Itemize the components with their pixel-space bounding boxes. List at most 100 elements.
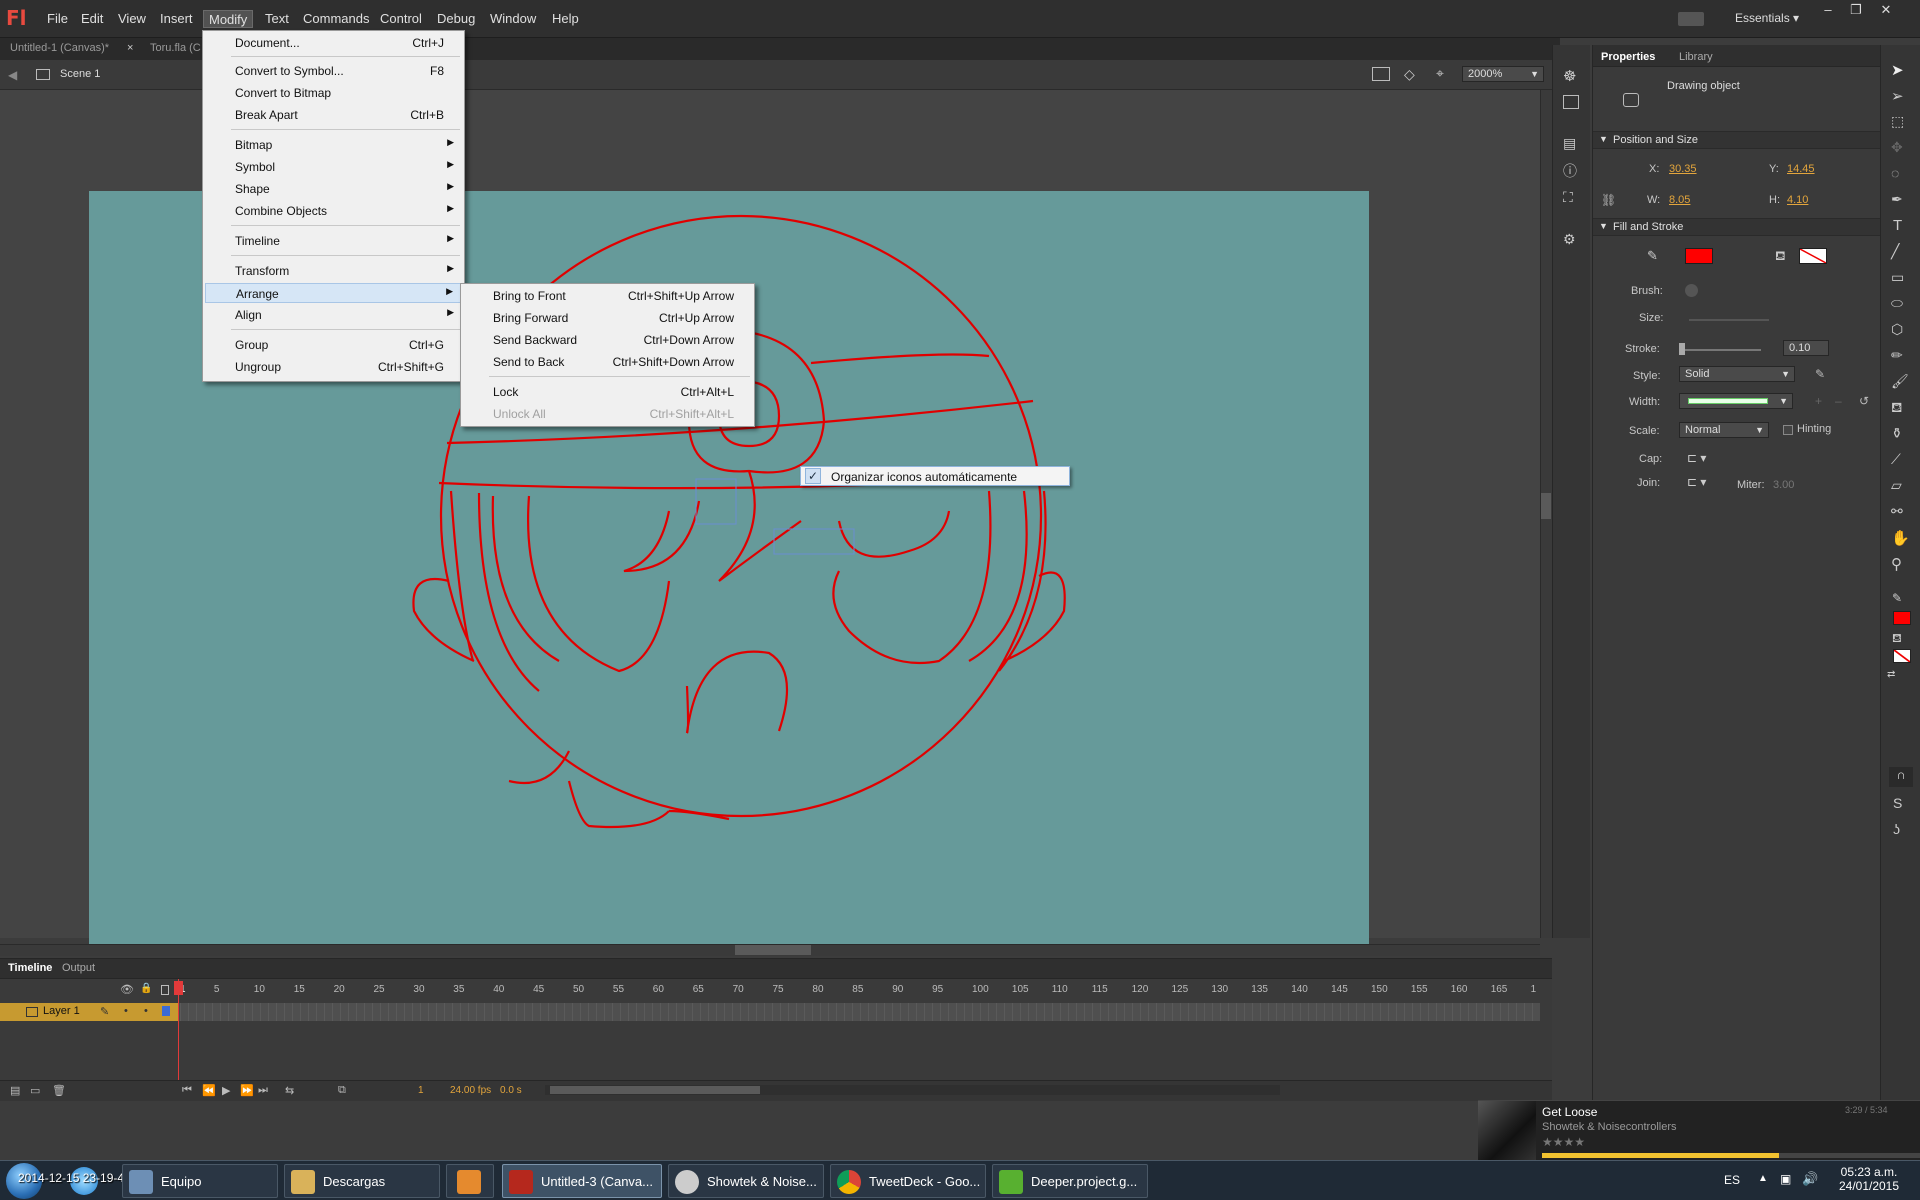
hand-tool-icon[interactable]: ✋ [1891,529,1910,547]
menu-item-timeline[interactable]: Timeline ▶ [205,231,462,251]
visibility-dot-icon[interactable]: • [124,1005,128,1017]
fill-stroke-header[interactable]: ▼ Fill and Stroke [1593,218,1881,236]
taskbar-descargas[interactable]: Descargas [284,1164,440,1198]
brush-shape-icon[interactable] [1685,284,1698,297]
rectangle-tool-icon[interactable]: ▭ [1891,269,1904,286]
remove-width-icon[interactable]: – [1835,394,1842,408]
menu-debug[interactable]: Debug [432,10,480,28]
menu-item-group[interactable]: Group Ctrl+G [205,335,462,355]
subselection-tool-icon[interactable]: ➢ [1891,87,1904,105]
scene-label[interactable]: Scene 1 [60,68,100,80]
stroke-slider[interactable] [1679,349,1761,351]
stroke-color-swatch[interactable] [1685,248,1713,264]
sync-icon[interactable] [1678,12,1704,26]
menu-item-combine-objects[interactable]: Combine Objects ▶ [205,201,462,221]
menu-control[interactable]: Control [375,10,427,28]
edit-symbols-icon[interactable]: ◇ [1404,66,1422,82]
outline-layers-icon[interactable] [161,985,169,995]
minimize-button[interactable]: – [1814,2,1842,20]
horizontal-scroll-thumb[interactable] [735,945,811,955]
menu-item-arrange[interactable]: Arrange ▶ [205,283,462,303]
menu-item-document[interactable]: Document... Ctrl+J [205,33,462,53]
vertical-scroll-thumb[interactable] [1541,493,1551,519]
tab-timeline[interactable]: Timeline [8,962,52,974]
new-layer-icon[interactable]: ▤ [10,1084,20,1097]
layer-1-row[interactable]: Layer 1 ✎ • • [0,1003,178,1021]
add-width-icon[interactable]: + [1815,394,1822,408]
menu-edit[interactable]: Edit [76,10,108,28]
menu-item-send-backward[interactable]: Send Backward Ctrl+Down Arrow [463,330,752,350]
pen-tool-icon[interactable]: ✒ [1891,191,1903,208]
doc-tab-untitled-1[interactable]: Untitled-1 (Canvas)* [10,42,109,54]
link-icon[interactable]: ⛓ [1601,193,1616,207]
language-indicator[interactable]: ES [1724,1173,1740,1187]
doc-tab-close-icon[interactable]: × [127,42,133,54]
tool-fill-color-swatch[interactable] [1893,649,1911,663]
show-hide-layers-icon[interactable]: 👁 [120,983,134,996]
polystar-tool-icon[interactable]: ⬡ [1891,321,1903,338]
menu-window[interactable]: Window [485,10,541,28]
doc-tab-toru[interactable]: Toru.fla (C [150,42,201,54]
tool-stroke-color-swatch[interactable] [1893,611,1911,625]
info-icon[interactable]: ⓘ [1563,161,1577,181]
menu-modify[interactable]: Modify [203,10,254,28]
menu-item-align[interactable]: Align ▶ [205,305,462,325]
eyedropper-tool-icon[interactable]: ⟋ [1891,451,1901,468]
goto-last-frame-icon[interactable]: ⏭ [258,1084,268,1097]
eraser-tool-icon[interactable]: ▱ [1891,477,1902,494]
lock-dot-icon[interactable]: • [144,1005,148,1017]
taskbar-showtek[interactable]: Showtek & Noise... [668,1164,824,1198]
tab-output[interactable]: Output [62,962,95,974]
menu-item-bring-forward[interactable]: Bring Forward Ctrl+Up Arrow [463,308,752,328]
tab-library[interactable]: Library [1679,51,1713,63]
components-icon[interactable]: ⚙ [1563,231,1576,248]
current-frame[interactable]: 1 [418,1085,424,1096]
zoom-select[interactable]: 2000% ▼ [1462,66,1544,82]
step-back-icon[interactable]: ⏪ [202,1084,216,1097]
fill-color-swatch[interactable] [1799,248,1827,264]
lock-layers-icon[interactable]: 🔒 [140,983,152,994]
menu-item-symbol[interactable]: Symbol ▶ [205,157,462,177]
workspace-switcher[interactable]: Essentials ▾ [1735,11,1799,25]
swap-colors-icon[interactable]: ⇄ [1887,669,1895,680]
delete-layer-icon[interactable]: 🗑 [52,1084,66,1097]
width-profile-select[interactable]: ▼ [1679,393,1793,409]
menu-item-lock[interactable]: Lock Ctrl+Alt+L [463,382,752,402]
loop-icon[interactable]: ⇆ [285,1084,294,1097]
menu-item-ungroup[interactable]: Ungroup Ctrl+Shift+G [205,357,462,377]
h-value[interactable]: 4.10 [1787,194,1808,206]
x-value[interactable]: 30.35 [1669,163,1697,175]
now-playing-notification[interactable]: Get Loose Showtek & Noisecontrollers ★★★… [1478,1100,1920,1161]
align-icon[interactable]: ▤ [1563,135,1576,152]
timeline-scroll-thumb[interactable] [550,1086,760,1094]
play-icon[interactable]: ▶ [222,1084,230,1097]
new-folder-icon[interactable]: ▭ [30,1084,40,1097]
position-size-header[interactable]: ▼ Position and Size [1593,131,1881,149]
menu-insert[interactable]: Insert [155,10,198,28]
menu-commands[interactable]: Commands [298,10,374,28]
network-icon[interactable]: ▣ [1780,1172,1791,1186]
cap-select[interactable]: ⊏ ▾ [1687,451,1706,465]
3d-rotation-tool-icon[interactable]: ✥ [1891,139,1903,156]
smooth-icon[interactable]: S [1893,795,1902,811]
playhead[interactable] [174,981,183,995]
scale-select[interactable]: Normal ▼ [1679,422,1769,438]
free-transform-tool-icon[interactable]: ⬚ [1891,113,1904,130]
frame-grid[interactable] [180,1003,1540,1021]
hinting-checkbox[interactable] [1783,425,1793,435]
clock[interactable]: 05:23 a.m. 24/01/2015 [1826,1165,1912,1193]
menu-view[interactable]: View [113,10,151,28]
color-swatches-icon[interactable] [1563,95,1579,109]
style-select[interactable]: Solid ▼ [1679,366,1795,382]
center-stage-icon[interactable]: ⌖ [1436,65,1444,82]
brush-tool-icon[interactable]: 🖌 [1891,373,1909,390]
menu-file[interactable]: File [42,10,73,28]
stroke-value-input[interactable]: 0.10 [1783,340,1829,356]
menu-item-convert-to-bitmap[interactable]: Convert to Bitmap [205,83,462,103]
transform-icon[interactable]: ⛶ [1563,189,1573,206]
frame-rate[interactable]: 24.00 fps [450,1085,491,1096]
maximize-button[interactable]: ❐ [1842,2,1870,20]
line-tool-icon[interactable]: ╱ [1891,243,1899,260]
straighten-icon[interactable]: ʖ [1893,821,1900,837]
back-arrow-icon[interactable]: ◀ [8,68,17,82]
